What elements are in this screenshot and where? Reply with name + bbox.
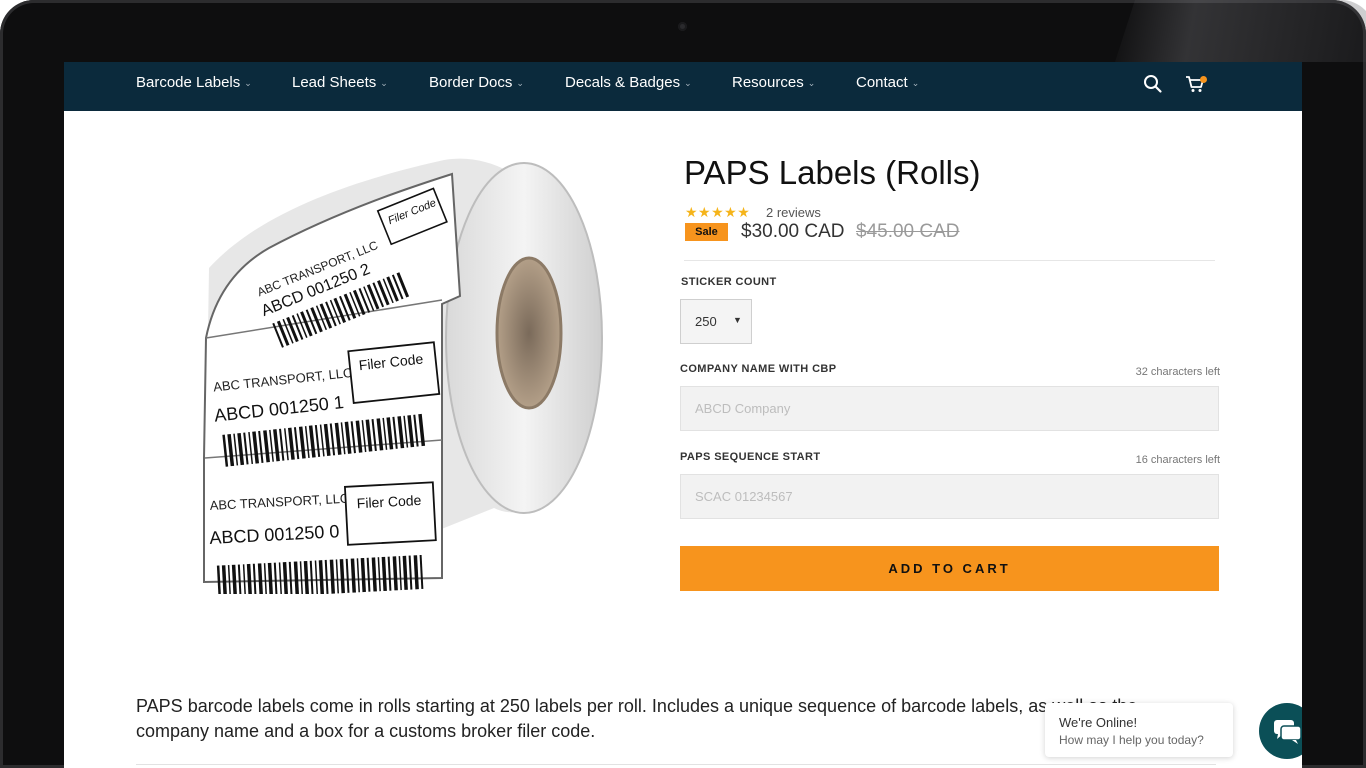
nav-item-label: Resources (732, 74, 804, 91)
chat-subtitle: How may I help you today? (1059, 733, 1204, 747)
product-image[interactable]: ABC TRANSPORT, LLC ABCD 001250 2 Filer C… (194, 148, 606, 600)
product-description: PAPS barcode labels come in rolls starti… (136, 696, 1138, 741)
browser-screen: Barcode Labels ⌄ Lead Sheets ⌄ Border Docs… (64, 62, 1302, 768)
chat-launcher-button[interactable] (1259, 703, 1302, 759)
search-icon[interactable] (1143, 74, 1163, 99)
nav-item-label: Lead Sheets (292, 74, 377, 91)
sticker-count-value: 250 (695, 314, 717, 329)
company-name-input[interactable] (680, 386, 1219, 431)
chevron-down-icon: ⌄ (684, 78, 692, 88)
compare-at-price: $45.00 CAD (856, 221, 960, 242)
star-rating-icon[interactable]: ★★★★★ (685, 204, 750, 221)
chevron-down-icon: ⌄ (380, 78, 388, 88)
chat-title: We're Online! (1059, 715, 1138, 730)
sale-price: $30.00 CAD (741, 221, 845, 242)
sale-badge: Sale (685, 223, 728, 241)
sticker-count-select[interactable]: 250 ▼ (680, 299, 752, 344)
chevron-down-icon: ⌄ (244, 78, 252, 88)
nav-item-barcode-labels[interactable]: Barcode Labels ⌄ (136, 62, 252, 111)
camera-icon (678, 22, 687, 31)
nav-item-resources[interactable]: Resources ⌄ (732, 62, 815, 111)
nav-item-lead-sheets[interactable]: Lead Sheets ⌄ (292, 62, 388, 111)
caret-down-icon: ▼ (733, 315, 742, 325)
top-navigation: Barcode Labels ⌄ Lead Sheets ⌄ Border Docs… (64, 62, 1302, 111)
company-name-chars-left: 32 characters left (1135, 366, 1220, 378)
chevron-down-icon: ⌄ (516, 78, 524, 88)
nav-item-border-docs[interactable]: Border Docs ⌄ (429, 62, 524, 111)
product-title: PAPS Labels (Rolls) (684, 154, 981, 191)
reviews-link[interactable]: 2 reviews (766, 205, 821, 220)
chevron-down-icon: ⌄ (911, 78, 920, 88)
cart-count-badge (1200, 76, 1207, 83)
nav-item-label: Border Docs (429, 74, 513, 91)
company-name-label: COMPANY NAME WITH CBP (680, 363, 837, 375)
sticker-count-label: STICKER COUNT (681, 276, 777, 288)
divider (136, 764, 1216, 765)
chat-icon (1274, 720, 1302, 744)
chevron-down-icon: ⌄ (807, 78, 816, 88)
nav-item-label: Contact (856, 74, 908, 91)
paps-sequence-input[interactable] (680, 474, 1219, 519)
label-box-text: Filer Code (356, 492, 422, 511)
chat-greeting-bubble[interactable]: We're Online! How may I help you today? (1045, 703, 1233, 757)
paps-sequence-label: PAPS SEQUENCE START (680, 451, 821, 463)
bezel-reflection (1115, 0, 1366, 62)
nav-item-label: Decals & Badges (565, 74, 681, 91)
divider (684, 260, 1215, 261)
nav-item-decals-badges[interactable]: Decals & Badges ⌄ (565, 62, 692, 111)
nav-item-label: Barcode Labels (136, 74, 241, 91)
paps-sequence-chars-left: 16 characters left (1135, 454, 1220, 466)
add-to-cart-button[interactable]: ADD TO CART (680, 546, 1219, 591)
nav-item-contact[interactable]: Contact ⌄ (856, 62, 919, 111)
